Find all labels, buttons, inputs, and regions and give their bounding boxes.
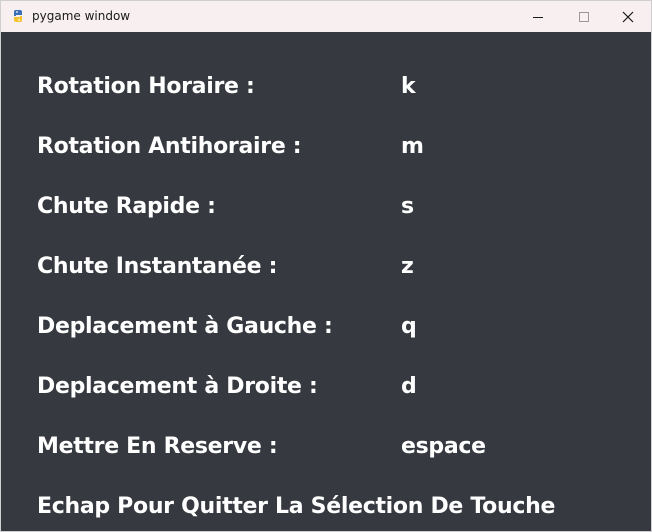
binding-key-rotation-antihoraire[interactable]: m: [401, 134, 424, 159]
close-icon: [622, 11, 634, 22]
footer-instruction: Echap Pour Quitter La Sélection De Touch…: [37, 494, 556, 519]
binding-key-deplacement-gauche[interactable]: q: [401, 314, 417, 339]
pygame-window: pygame window Rotation Horaire : k Rotat…: [0, 0, 652, 532]
minimize-icon: [533, 16, 543, 18]
pygame-snake-icon: [13, 10, 23, 22]
window-title: pygame window: [32, 9, 131, 23]
binding-key-mettre-en-reserve[interactable]: espace: [401, 434, 486, 459]
game-canvas[interactable]: Rotation Horaire : k Rotation Antihorair…: [1, 32, 651, 531]
binding-key-chute-instantanee[interactable]: z: [401, 254, 414, 279]
binding-key-chute-rapide[interactable]: s: [401, 194, 414, 219]
binding-key-deplacement-droite[interactable]: d: [401, 374, 417, 399]
minimize-button[interactable]: [515, 1, 561, 32]
maximize-button[interactable]: [561, 1, 607, 32]
title-bar[interactable]: pygame window: [1, 1, 651, 32]
binding-label-rotation-horaire: Rotation Horaire :: [37, 74, 255, 99]
binding-label-rotation-antihoraire: Rotation Antihoraire :: [37, 134, 302, 159]
binding-label-deplacement-droite: Deplacement à Droite :: [37, 374, 318, 399]
binding-label-chute-rapide: Chute Rapide :: [37, 194, 216, 219]
maximize-icon: [579, 11, 589, 22]
close-button[interactable]: [605, 1, 651, 32]
binding-label-chute-instantanee: Chute Instantanée :: [37, 254, 278, 279]
binding-key-rotation-horaire[interactable]: k: [401, 74, 416, 99]
binding-label-mettre-en-reserve: Mettre En Reserve :: [37, 434, 278, 459]
binding-label-deplacement-gauche: Deplacement à Gauche :: [37, 314, 333, 339]
